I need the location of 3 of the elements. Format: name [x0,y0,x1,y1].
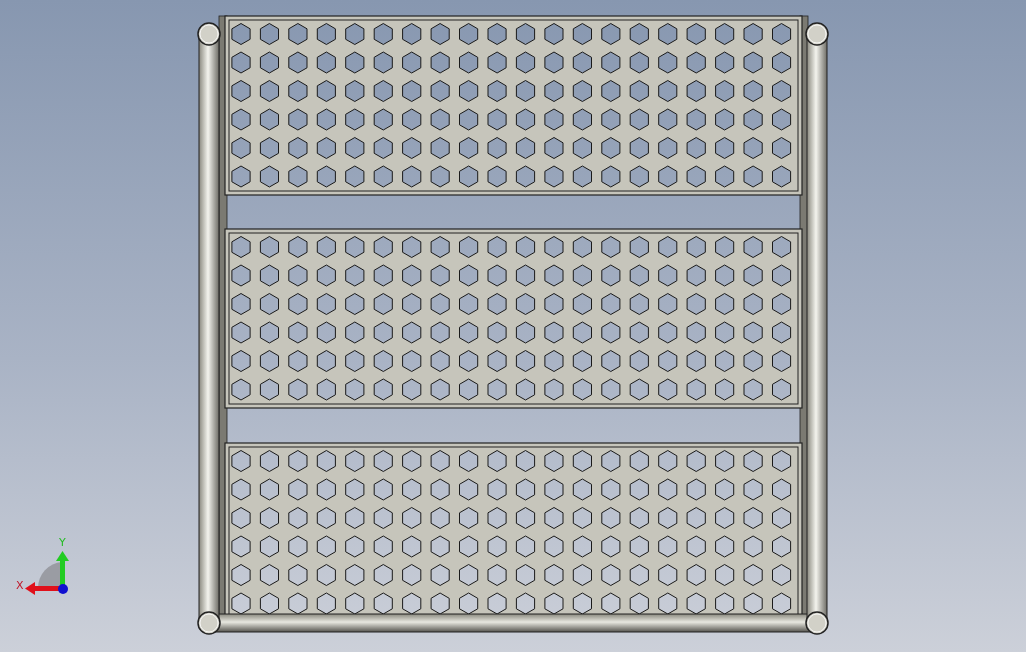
axis-triad-icon [25,551,69,595]
axis-label: X [16,579,24,592]
axis-label: Y [59,536,66,549]
